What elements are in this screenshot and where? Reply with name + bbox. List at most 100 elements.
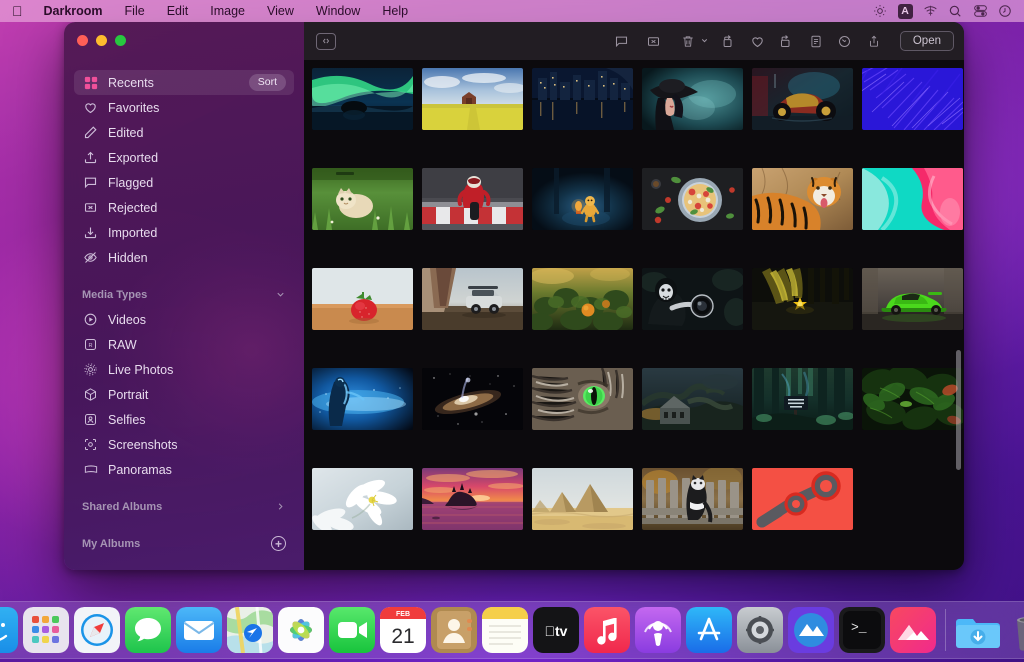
photo-thumbnail[interactable] xyxy=(752,368,853,430)
photo-thumbnail[interactable] xyxy=(422,168,523,230)
dock-item-safari[interactable] xyxy=(74,607,120,653)
dock-item-finder[interactable] xyxy=(0,607,18,653)
menu-item-file[interactable]: File xyxy=(114,4,156,18)
menu-app-title[interactable]: Darkroom xyxy=(33,4,114,18)
heart-icon[interactable] xyxy=(745,29,771,53)
reject-x-icon[interactable] xyxy=(640,29,666,53)
sidebar-item-imported[interactable]: Imported xyxy=(74,220,294,245)
photo-thumbnail[interactable] xyxy=(642,68,743,130)
dock-item-notes[interactable] xyxy=(482,607,528,653)
sidebar-item-exported[interactable]: Exported xyxy=(74,145,294,170)
dock-item-mail[interactable] xyxy=(176,607,222,653)
dock-item-music[interactable] xyxy=(584,607,630,653)
menu-item-view[interactable]: View xyxy=(256,4,305,18)
revert-clock-icon[interactable] xyxy=(832,29,858,53)
apple-logo-icon[interactable]:  xyxy=(6,4,33,18)
sidebar-section-shared-albums[interactable]: Shared Albums xyxy=(74,494,294,519)
sidebar-item-selfies[interactable]: Selfies xyxy=(74,407,294,432)
photo-thumbnail[interactable] xyxy=(862,68,963,130)
flag-icon[interactable] xyxy=(608,29,634,53)
dock-item-maps[interactable] xyxy=(227,607,273,653)
trash-icon[interactable] xyxy=(675,29,701,53)
photo-thumbnail[interactable] xyxy=(312,68,413,130)
photo-thumbnail[interactable] xyxy=(642,268,743,330)
rotate-icon[interactable] xyxy=(716,29,742,53)
dock-item-blue-mountain-app[interactable] xyxy=(788,607,834,653)
sidebar-item-live-photos[interactable]: Live Photos xyxy=(74,357,294,382)
clock-icon[interactable] xyxy=(994,3,1016,19)
photo-thumbnail[interactable] xyxy=(532,68,633,130)
photo-thumbnail[interactable] xyxy=(312,468,413,530)
sidebar-item-edited[interactable]: Edited xyxy=(74,120,294,145)
sidebar-item-recents[interactable]: Recents Sort xyxy=(74,70,294,95)
photo-thumbnail[interactable] xyxy=(532,468,633,530)
sidebar-item-flagged[interactable]: Flagged xyxy=(74,170,294,195)
dock-item-launchpad[interactable] xyxy=(23,607,69,653)
photo-thumbnail[interactable] xyxy=(752,468,853,530)
dock-item-terminal[interactable]: >_ xyxy=(839,607,885,653)
control-center-icon[interactable] xyxy=(969,3,991,19)
wifi-icon[interactable] xyxy=(919,3,941,19)
photo-thumbnail[interactable] xyxy=(422,368,523,430)
close-button[interactable] xyxy=(77,35,88,46)
sort-button[interactable]: Sort xyxy=(249,74,286,91)
dock-item-messages[interactable] xyxy=(125,607,171,653)
sidebar-item-videos[interactable]: Videos xyxy=(74,307,294,332)
sidebar-item-screenshots[interactable]: Screenshots xyxy=(74,432,294,457)
dock-item-calendar[interactable]: FEB 21 xyxy=(380,607,426,653)
photo-thumbnail[interactable] xyxy=(422,68,523,130)
plus-circle-icon[interactable]: + xyxy=(271,536,286,551)
sidebar-item-rejected[interactable]: Rejected xyxy=(74,195,294,220)
photo-thumbnail[interactable] xyxy=(752,68,853,130)
dock-item-photos[interactable] xyxy=(278,607,324,653)
dock-item-darkroom[interactable] xyxy=(890,607,936,653)
photo-thumbnail[interactable] xyxy=(422,468,523,530)
photo-thumbnail[interactable] xyxy=(642,168,743,230)
export-icon[interactable] xyxy=(774,29,800,53)
sidebar-item-panoramas[interactable]: Panoramas xyxy=(74,457,294,482)
photo-thumbnail[interactable] xyxy=(312,368,413,430)
dock-item-appstore[interactable] xyxy=(686,607,732,653)
photo-thumbnail[interactable] xyxy=(862,368,963,430)
dock-item-downloads-folder[interactable] xyxy=(955,607,1001,653)
dock-item-contacts[interactable] xyxy=(431,607,477,653)
menu-item-window[interactable]: Window xyxy=(305,4,371,18)
minimize-button[interactable] xyxy=(96,35,107,46)
dock-item-appletv[interactable]: tv xyxy=(533,607,579,653)
brightness-icon[interactable] xyxy=(869,3,891,19)
dock-item-facetime[interactable] xyxy=(329,607,375,653)
photo-thumbnail[interactable] xyxy=(642,368,743,430)
grid-scrollbar[interactable] xyxy=(956,350,961,470)
sidebar-section-media-types[interactable]: Media Types xyxy=(74,282,294,307)
menu-item-help[interactable]: Help xyxy=(371,4,419,18)
photo-thumbnail[interactable] xyxy=(532,368,633,430)
info-list-icon[interactable] xyxy=(803,29,829,53)
input-source-badge[interactable]: A xyxy=(894,3,916,19)
sidebar-section-my-albums[interactable]: My Albums + xyxy=(74,531,294,556)
photo-thumbnail[interactable] xyxy=(642,468,743,530)
chevron-down-icon[interactable] xyxy=(700,36,709,47)
chevron-down-icon[interactable] xyxy=(275,289,286,300)
photo-thumbnail[interactable] xyxy=(532,268,633,330)
sidebar-item-favorites[interactable]: Favorites xyxy=(74,95,294,120)
zoom-button[interactable] xyxy=(115,35,126,46)
photo-thumbnail[interactable] xyxy=(862,168,963,230)
sidebar-toggle-icon[interactable] xyxy=(316,33,336,50)
photo-thumbnail[interactable] xyxy=(752,268,853,330)
dock-item-podcasts[interactable] xyxy=(635,607,681,653)
photo-thumbnail[interactable] xyxy=(422,268,523,330)
photo-thumbnail[interactable] xyxy=(752,168,853,230)
open-button[interactable]: Open xyxy=(900,31,954,51)
photo-thumbnail[interactable] xyxy=(862,268,963,330)
menu-item-edit[interactable]: Edit xyxy=(156,4,200,18)
dock-item-trash[interactable] xyxy=(1006,607,1024,653)
search-icon[interactable] xyxy=(944,3,966,19)
chevron-right-icon[interactable] xyxy=(275,501,286,512)
sidebar-item-portrait[interactable]: Portrait xyxy=(74,382,294,407)
menu-item-image[interactable]: Image xyxy=(199,4,256,18)
photo-thumbnail[interactable] xyxy=(312,168,413,230)
sidebar-item-hidden[interactable]: Hidden xyxy=(74,245,294,270)
photo-thumbnail[interactable] xyxy=(532,168,633,230)
photo-thumbnail[interactable] xyxy=(312,268,413,330)
dock-item-system-settings[interactable] xyxy=(737,607,783,653)
